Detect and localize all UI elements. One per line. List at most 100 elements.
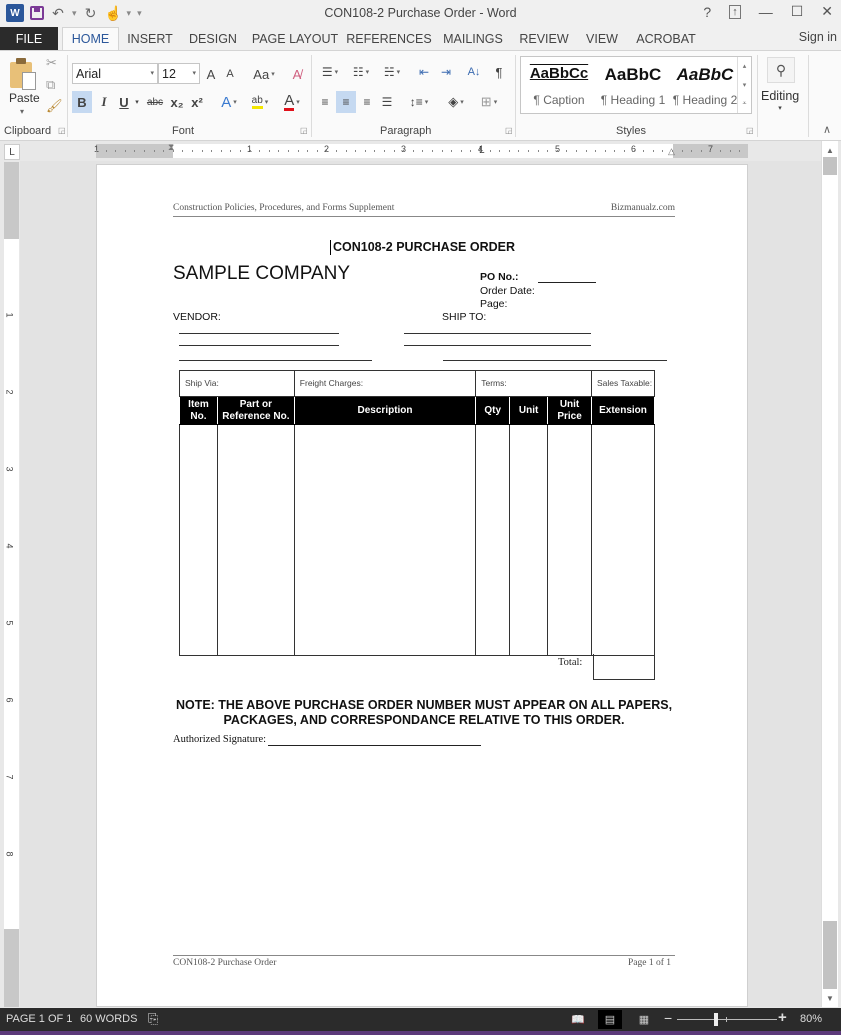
grow-font-button[interactable]: A [203,63,219,85]
zoom-slider-track[interactable] [677,1019,777,1020]
web-layout-icon[interactable]: ▦ [632,1010,656,1029]
sort-button[interactable]: A↓ [464,61,484,83]
paste-icon[interactable] [10,58,38,90]
tab-view[interactable]: VIEW [582,27,622,50]
copy-icon[interactable]: ⧉ [46,77,55,93]
align-left-icon[interactable]: ≡ [316,91,334,113]
description-cell[interactable] [293,424,477,656]
line-spacing-button[interactable]: ↕≡ ▾ [404,91,434,113]
help-icon[interactable]: ? [703,4,711,20]
gallery-up-icon[interactable]: ▴ [743,62,747,70]
ship-via-cell[interactable]: Ship Via: [179,370,295,397]
read-mode-icon[interactable]: 📖 [566,1010,590,1029]
qty-cell[interactable] [475,424,511,656]
unit-price-cell[interactable] [547,424,592,656]
tab-references[interactable]: REFERENCES [346,27,431,50]
italic-button[interactable]: I [96,91,112,113]
tab-selector-button[interactable]: L [4,144,20,160]
tab-review[interactable]: REVIEW [516,27,572,50]
close-icon[interactable]: ✕ [821,3,833,20]
gallery-down-icon[interactable]: ▾ [743,81,747,89]
justify-icon[interactable]: ☰ [378,91,396,113]
paste-dropdown-icon[interactable]: ▾ [20,107,24,116]
vertical-ruler[interactable]: 1 2 3 4 5 6 7 8 [4,162,19,1007]
total-value-cell[interactable] [593,654,655,680]
font-name-input[interactable]: Arial ▾ [72,63,158,84]
editing-dropdown-icon[interactable]: ▾ [774,103,786,113]
terms-cell[interactable]: Terms: [475,370,592,397]
ribbon-display-options-icon[interactable]: ↑ [729,4,741,19]
bullets-button[interactable]: ☰ ▾ [316,61,344,83]
tab-insert[interactable]: INSERT [122,27,178,50]
format-painter-icon[interactable]: 🖌 [46,98,63,114]
freight-charges-cell[interactable]: Freight Charges: [293,370,477,397]
font-name-dropdown-icon[interactable]: ▾ [150,69,154,77]
strikethrough-button[interactable]: abc [144,91,166,113]
subscript-button[interactable]: x₂ [168,91,186,113]
shrink-font-button[interactable]: A [222,63,238,85]
editing-button[interactable]: Editing [761,89,799,103]
align-center-icon[interactable]: ≡ [336,91,356,113]
document-page[interactable]: Construction Policies, Procedures, and F… [96,164,748,1007]
tab-design[interactable]: DESIGN [184,27,242,50]
style-caption[interactable]: AaBbCc ¶ Caption [523,57,595,113]
tab-file[interactable]: FILE [0,27,58,50]
align-right-icon[interactable]: ≡ [358,91,376,113]
print-layout-icon[interactable]: ▤ [598,1010,622,1029]
bold-button[interactable]: B [72,91,92,113]
tab-acrobat[interactable]: ACROBAT [632,27,700,50]
scroll-thumb[interactable] [823,157,837,175]
unit-cell[interactable] [509,424,549,656]
find-binoculars-icon[interactable]: ⚲ [767,57,795,83]
paste-button[interactable]: Paste [9,91,40,105]
scroll-down-icon[interactable]: ▼ [822,991,838,1005]
cut-icon[interactable]: ✂ [46,55,57,71]
horizontal-ruler[interactable]: 1 1 2 3 4 5 6 7 ⧗ L △ [94,142,748,158]
item-no-cell[interactable] [179,424,218,656]
scroll-up-icon[interactable]: ▲ [822,143,838,157]
change-case-button[interactable]: Aa ▾ [250,63,278,85]
decrease-indent-icon[interactable]: ⇤ [414,61,434,83]
zoom-out-icon[interactable]: − [664,1010,672,1026]
extension-cell[interactable] [591,424,655,656]
zoom-level[interactable]: 80% [800,1013,822,1025]
shading-button[interactable]: ◈ ▾ [442,91,470,113]
tab-mailings[interactable]: MAILINGS [440,27,506,50]
sales-taxable-cell[interactable]: Sales Taxable: [591,370,655,397]
clear-formatting-icon[interactable]: A̸ [288,63,306,85]
sign-in-link[interactable]: Sign in [799,30,837,44]
borders-button[interactable]: ⊞ ▾ [474,91,504,113]
paragraph-launcher-icon[interactable]: ◲ [505,126,513,135]
font-size-input[interactable]: 12 ▾ [158,63,200,84]
page-count-status[interactable]: PAGE 1 OF 1 [6,1013,72,1025]
numbering-button[interactable]: ☷ ▾ [347,61,375,83]
text-effects-button[interactable]: A ▾ [216,91,242,113]
show-formatting-button[interactable]: ¶ [490,61,508,83]
zoom-slider-thumb[interactable] [713,1013,718,1026]
collapse-ribbon-icon[interactable]: ∧ [823,123,831,136]
superscript-button[interactable]: x² [188,91,206,113]
underline-dropdown-icon[interactable]: ▾ [132,91,142,113]
font-launcher-icon[interactable]: ◲ [300,126,308,135]
minimize-icon[interactable]: — [759,4,773,20]
style-heading-1[interactable]: AaBbC ¶ Heading 1 [597,57,669,113]
font-size-dropdown-icon[interactable]: ▾ [192,69,196,77]
styles-launcher-icon[interactable]: ◲ [746,126,754,135]
gallery-more-icon[interactable]: ⩡ [743,100,747,108]
vertical-scrollbar[interactable]: ▲ ▼ [821,141,838,1007]
multilevel-list-button[interactable]: ☵ ▾ [378,61,406,83]
maximize-icon[interactable]: ☐ [791,3,804,20]
tab-home[interactable]: HOME [62,27,119,50]
increase-indent-icon[interactable]: ⇥ [436,61,456,83]
reference-no-cell[interactable] [216,424,295,656]
highlight-button[interactable]: ab ▾ [246,91,274,113]
styles-gallery-scroll[interactable]: ▴ ▾ ⩡ [737,57,751,113]
word-count-status[interactable]: 60 WORDS [80,1013,137,1025]
style-heading-2[interactable]: AaBbC ¶ Heading 2 [669,57,741,113]
tab-page-layout[interactable]: PAGE LAYOUT [250,27,340,50]
clipboard-launcher-icon[interactable]: ◲ [58,126,66,135]
font-color-button[interactable]: A ▾ [278,91,306,113]
underline-button[interactable]: U [116,91,132,113]
zoom-in-icon[interactable]: + [778,1009,787,1026]
proofing-icon[interactable]: ⎘ [148,1011,158,1027]
